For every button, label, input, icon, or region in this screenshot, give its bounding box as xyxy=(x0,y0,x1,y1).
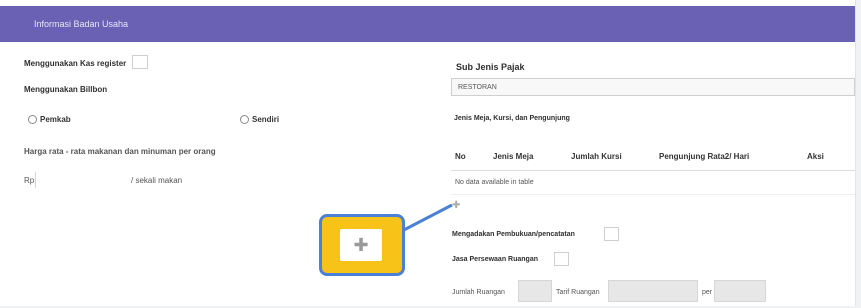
col-jumlah-kursi[interactable]: Jumlah Kursi xyxy=(567,142,655,171)
pembukuan-checkbox[interactable] xyxy=(604,227,619,241)
jumlah-ruangan-input[interactable] xyxy=(518,280,552,302)
sub-jenis-select[interactable]: RESTORAN xyxy=(451,78,855,96)
sewa-label: Jasa Persewaan Ruangan xyxy=(452,256,538,263)
per-meal-label: / sekali makan xyxy=(131,176,183,185)
callout-highlight: ✚ xyxy=(319,214,405,276)
radio-sendiri[interactable]: Sendiri xyxy=(240,115,279,124)
col-jenis-meja[interactable]: Jenis Meja xyxy=(489,142,567,171)
radio-sendiri-label: Sendiri xyxy=(252,115,280,124)
col-pengunjung[interactable]: Pengunjung Rata2/ Hari xyxy=(655,142,803,171)
jumlah-ruangan-label: Jumlah Ruangan xyxy=(452,289,505,296)
harga-input[interactable] xyxy=(35,172,130,188)
billbon-label: Menggunakan Billbon xyxy=(24,85,108,94)
business-info-panel: Informasi Badan Usaha Menggunakan Kas re… xyxy=(0,0,856,306)
kas-register-checkbox[interactable] xyxy=(132,55,148,69)
tarif-ruangan-label: Tarif Ruangan xyxy=(556,289,600,296)
col-aksi[interactable]: Aksi xyxy=(803,142,855,171)
table-header-row: No Jenis Meja Jumlah Kursi Pengunjung Ra… xyxy=(451,142,855,171)
sewa-checkbox[interactable] xyxy=(554,252,569,266)
panel-title: Informasi Badan Usaha xyxy=(0,6,855,42)
harga-label: Harga rata - rata makanan dan minuman pe… xyxy=(24,147,216,156)
callout-plus-icon[interactable]: ✚ xyxy=(340,229,382,261)
radio-pemkab-label: Pemkab xyxy=(40,115,71,124)
table-row: No data available in table xyxy=(451,170,855,195)
currency-prefix: Rp xyxy=(24,176,35,185)
radio-pemkab[interactable]: Pemkab xyxy=(28,115,71,124)
add-row-plus-icon[interactable]: ✚ xyxy=(452,201,460,211)
per-select[interactable] xyxy=(714,280,766,302)
per-label: per xyxy=(702,289,713,296)
empty-table-message: No data available in table xyxy=(451,170,855,195)
meja-table: No Jenis Meja Jumlah Kursi Pengunjung Ra… xyxy=(451,142,855,195)
radio-circle-icon xyxy=(240,115,249,124)
jenis-meja-label: Jenis Meja, Kursi, dan Pengunjung xyxy=(454,115,570,122)
pembukuan-label: Mengadakan Pembukuan/pencatatan xyxy=(452,231,575,238)
col-no[interactable]: No xyxy=(451,142,489,171)
radio-circle-icon xyxy=(28,115,37,124)
kas-register-label: Menggunakan Kas register xyxy=(24,59,127,68)
sub-jenis-label: Sub Jenis Pajak xyxy=(456,62,525,72)
tarif-ruangan-input[interactable] xyxy=(608,280,698,302)
